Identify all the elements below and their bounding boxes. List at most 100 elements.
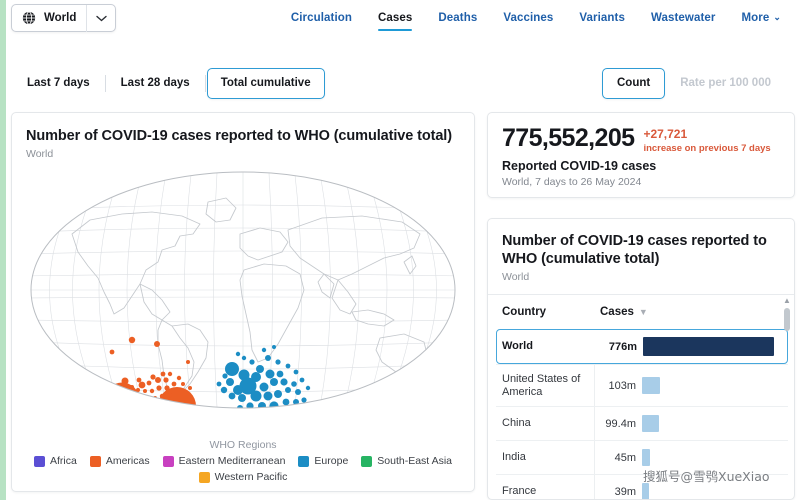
map-card: Number of COVID-19 cases reported to WHO… bbox=[11, 112, 475, 492]
nav-label: Deaths bbox=[438, 12, 478, 24]
row-bar bbox=[642, 483, 649, 499]
range-total-cumulative[interactable]: Total cumulative bbox=[206, 68, 325, 99]
scrollbar-track[interactable] bbox=[784, 307, 789, 473]
range-last-7-days[interactable]: Last 7 days bbox=[13, 68, 104, 99]
legend-swatch bbox=[34, 455, 45, 467]
time-range-segmented-control: Last 7 days Last 28 days Total cumulativ… bbox=[13, 68, 325, 99]
column-header-cases[interactable]: Cases ▼ bbox=[600, 306, 648, 318]
summary-stat-card: 775,552,205 +27,721 increase on previous… bbox=[487, 112, 795, 198]
nav-label: Wastewater bbox=[650, 12, 716, 24]
nav-item-variants[interactable]: Variants bbox=[566, 3, 638, 33]
segment-divider bbox=[204, 75, 206, 92]
who-covid-dashboard: World Circulation Cases Deaths Vaccines … bbox=[0, 0, 800, 500]
cell-cases: 776m bbox=[608, 340, 637, 353]
legend-item-americas[interactable]: Americas bbox=[89, 455, 150, 467]
legend-swatch bbox=[198, 471, 210, 483]
row-column-divider bbox=[594, 407, 595, 440]
table-row[interactable]: India 45m bbox=[496, 440, 788, 474]
measure-rate-per-100000[interactable]: Rate per 100 000 bbox=[665, 68, 786, 99]
delta-block: +27,721 increase on previous 7 days bbox=[643, 124, 770, 155]
table-card-title: Number of COVID-19 cases reported to WHO… bbox=[502, 233, 767, 267]
country-table: Country Cases ▼ World 776m United States… bbox=[488, 295, 794, 499]
table-card-subtitle: World bbox=[502, 271, 530, 283]
cell-cases: 99.4m bbox=[605, 417, 636, 430]
nav-item-vaccines[interactable]: Vaccines bbox=[490, 3, 566, 33]
map-svg bbox=[30, 171, 456, 409]
cell-cases: 103m bbox=[608, 379, 636, 392]
nav-item-deaths[interactable]: Deaths bbox=[425, 3, 490, 33]
stat-headline-row: 775,552,205 +27,721 increase on previous… bbox=[502, 124, 780, 155]
legend-label: Eastern Mediterranean bbox=[178, 455, 286, 467]
scroll-up-arrow-icon[interactable]: ▲ bbox=[783, 297, 791, 305]
legend-item-eastern-mediterranean[interactable]: Eastern Mediterranean bbox=[162, 455, 286, 467]
legend-item-europe[interactable]: Europe bbox=[298, 455, 348, 467]
cell-country: France bbox=[502, 485, 537, 497]
table-row[interactable]: China 99.4m bbox=[496, 406, 788, 440]
table-row[interactable]: France 39m bbox=[496, 474, 788, 499]
map-card-subtitle: World bbox=[26, 148, 54, 160]
legend-label: Europe bbox=[314, 455, 349, 467]
table-row[interactable]: World 776m bbox=[496, 329, 788, 364]
row-column-divider bbox=[594, 441, 595, 474]
bubbles-americas bbox=[104, 336, 196, 408]
delta-note: increase on previous 7 days bbox=[643, 143, 771, 154]
measure-count[interactable]: Count bbox=[601, 68, 666, 99]
legend-label: Africa bbox=[50, 455, 77, 467]
range-last-28-days[interactable]: Last 28 days bbox=[107, 68, 204, 99]
world-bubble-map[interactable] bbox=[12, 162, 474, 420]
row-column-divider bbox=[594, 475, 595, 499]
row-bar bbox=[642, 377, 660, 394]
nav-label: Circulation bbox=[290, 12, 352, 24]
cell-country: India bbox=[502, 451, 526, 463]
main-nav: Circulation Cases Deaths Vaccines Varian… bbox=[278, 3, 800, 33]
legend-item-south-east-asia[interactable]: South-East Asia bbox=[361, 455, 452, 467]
row-bar bbox=[643, 337, 774, 356]
nav-item-wastewater[interactable]: Wastewater bbox=[638, 3, 729, 33]
row-bar bbox=[642, 415, 659, 432]
cell-country: China bbox=[502, 417, 531, 429]
nav-label: Vaccines bbox=[503, 12, 554, 24]
nav-item-circulation[interactable]: Circulation bbox=[278, 3, 365, 33]
control-row: Last 7 days Last 28 days Total cumulativ… bbox=[3, 63, 800, 108]
sort-caret-down-icon: ▼ bbox=[638, 307, 648, 317]
column-header-country[interactable]: Country bbox=[502, 306, 600, 318]
globe-icon bbox=[12, 11, 38, 25]
measure-segmented-control: Count Rate per 100 000 bbox=[601, 68, 786, 99]
segment-divider bbox=[104, 75, 106, 92]
scrollbar-thumb[interactable] bbox=[783, 308, 790, 331]
nav-item-cases[interactable]: Cases bbox=[365, 3, 425, 33]
nav-label: Variants bbox=[579, 12, 625, 24]
legend-label: South-East Asia bbox=[377, 455, 452, 467]
legend-item-western-pacific[interactable]: Western Pacific bbox=[198, 471, 288, 483]
map-legend: WHO Regions Africa Americas Eastern Medi… bbox=[12, 439, 474, 483]
cell-cases: 39m bbox=[614, 485, 636, 498]
country-selector[interactable]: World bbox=[11, 4, 117, 32]
chevron-down-icon[interactable] bbox=[87, 15, 115, 22]
column-header-cases-label: Cases bbox=[600, 306, 634, 318]
legend-item-africa[interactable]: Africa bbox=[34, 455, 77, 467]
row-column-divider bbox=[594, 365, 595, 406]
nav-item-more[interactable]: More ⌄ bbox=[728, 3, 794, 33]
legend-title: WHO Regions bbox=[209, 439, 277, 451]
map-card-title: Number of COVID-19 cases reported to WHO… bbox=[26, 128, 452, 144]
row-bar bbox=[642, 449, 650, 466]
legend-items: Africa Americas Eastern Mediterranean Eu… bbox=[12, 455, 474, 483]
legend-swatch bbox=[162, 455, 174, 467]
legend-label: Western Pacific bbox=[214, 471, 288, 483]
nav-label: More bbox=[741, 12, 770, 24]
country-selector-label: World bbox=[44, 12, 77, 24]
bubbles-europe bbox=[216, 345, 311, 408]
table-row[interactable]: United States of America 103m bbox=[496, 364, 788, 406]
table-scrollbar[interactable]: ▲ bbox=[782, 297, 791, 473]
legend-swatch bbox=[361, 455, 373, 467]
cell-country: United States of America bbox=[502, 372, 581, 398]
cell-country: World bbox=[502, 340, 533, 352]
table-body: World 776m United States of America 103m… bbox=[496, 329, 788, 499]
total-cases-value: 775,552,205 bbox=[502, 124, 635, 152]
table-header-row: Country Cases ▼ bbox=[496, 295, 788, 329]
chevron-down-icon: ⌄ bbox=[773, 12, 781, 22]
top-bar: World Circulation Cases Deaths Vaccines … bbox=[3, 0, 800, 36]
cell-cases: 45m bbox=[614, 451, 636, 464]
legend-label: Americas bbox=[105, 455, 150, 467]
country-table-card: Number of COVID-19 cases reported to WHO… bbox=[487, 218, 795, 500]
